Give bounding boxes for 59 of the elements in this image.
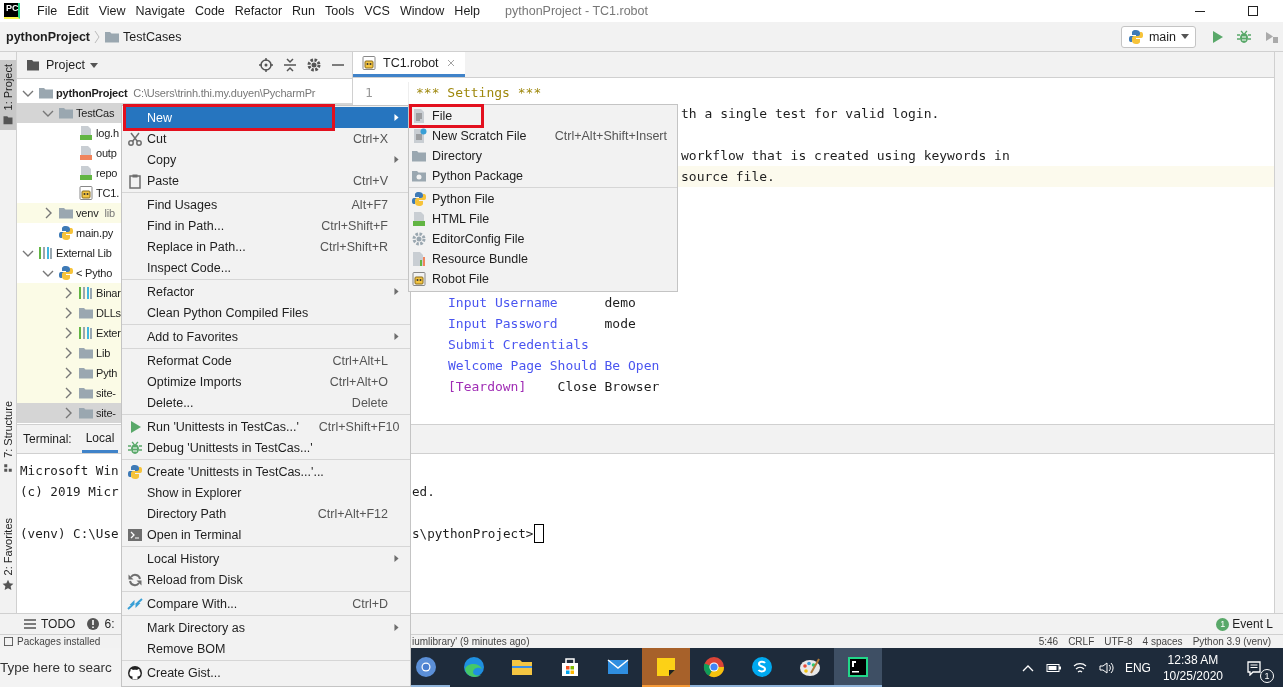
shortcut-text: Ctrl+X: [352, 131, 388, 146]
tree-item-label: site-: [96, 407, 116, 419]
status-message: iumlibrary' (9 minutes ago): [412, 636, 530, 647]
line-number: 1: [365, 85, 373, 100]
code-token: mode: [604, 316, 636, 331]
terminal-text: Microsoft Win: [20, 463, 119, 478]
status-message: Packages installed: [17, 636, 101, 647]
tree-item-label: outp: [96, 147, 117, 159]
code-token: Close Browser: [557, 379, 660, 394]
code-token: Input Username: [448, 295, 558, 310]
tree-item-label: site-: [96, 387, 116, 399]
tree-item-label: repo: [96, 167, 118, 179]
count-badge: 1: [1260, 668, 1274, 683]
tree-item-label: pythonProject: [56, 87, 128, 99]
code-text: source file.: [681, 169, 775, 184]
code-text: *** Settings ***: [416, 85, 542, 100]
terminal-text: s\pythonProject>: [412, 526, 534, 541]
tree-item-label: < Pytho: [76, 267, 113, 279]
code-text: th a single test for valid login.: [681, 106, 940, 121]
code-token: demo: [604, 295, 636, 310]
shortcut-text: Ctrl+Alt+O: [329, 374, 388, 389]
app-logo: PC: [4, 3, 20, 19]
tree-item-label: Binar: [96, 287, 121, 299]
panel-title: Terminal:: [23, 432, 72, 446]
code-text: workflow that is created using keywords in: [681, 148, 1010, 163]
tree-item-detail: lib: [104, 207, 115, 219]
tree-item-label: Exter: [96, 327, 121, 339]
shortcut-text: Ctrl+Alt+F12: [317, 506, 388, 521]
tree-item-label: TC1.: [96, 187, 120, 199]
shortcut-text: Ctrl+Shift+R: [319, 239, 388, 254]
tree-item-detail: C:\Users\trinh.thi.my.duyen\PycharmPr: [133, 87, 316, 99]
shortcut-text: Alt+F7: [351, 197, 388, 212]
tree-item-label: TestCas: [76, 107, 115, 119]
shortcut-text: Ctrl+Shift+F10: [318, 419, 400, 434]
window-title: pythonProject - TC1.robot: [505, 4, 648, 18]
shortcut-text: Ctrl+V: [352, 173, 388, 188]
count-badge: 1: [1216, 617, 1230, 631]
code-token: Submit Credentials: [448, 337, 589, 352]
terminal-text: ed.: [412, 484, 435, 499]
tree-item-label: log.h: [96, 127, 119, 139]
shortcut-text: Ctrl+D: [352, 596, 388, 611]
code-token: [Teardown]: [448, 379, 527, 394]
tree-item-label: main.py: [76, 227, 114, 239]
shortcut-text: Ctrl+Alt+L: [332, 353, 388, 368]
tab-label: 7: Structure: [2, 400, 14, 458]
shortcut-text: Ctrl+Alt+Shift+Insert: [554, 129, 667, 143]
tree-item-label: Lib: [96, 347, 111, 359]
code-token: Input Password: [448, 316, 558, 331]
tree-item-label: DLLs: [96, 307, 121, 319]
shortcut-text: Delete: [351, 395, 388, 410]
tab-label: 1: Project: [2, 64, 14, 111]
code-token: Welcome Page Should Be Open: [448, 358, 660, 373]
tree-item-label: External Lib: [56, 247, 112, 259]
tree-item-label: Pyth: [96, 367, 118, 379]
tab-label: 2: Favorites: [2, 517, 14, 575]
shortcut-text: Ctrl+Shift+F: [321, 218, 388, 233]
tree-item-label: venv: [76, 207, 99, 219]
terminal-text: (venv) C:\Use: [20, 526, 119, 541]
terminal-text: (c) 2019 Micr: [20, 484, 119, 499]
